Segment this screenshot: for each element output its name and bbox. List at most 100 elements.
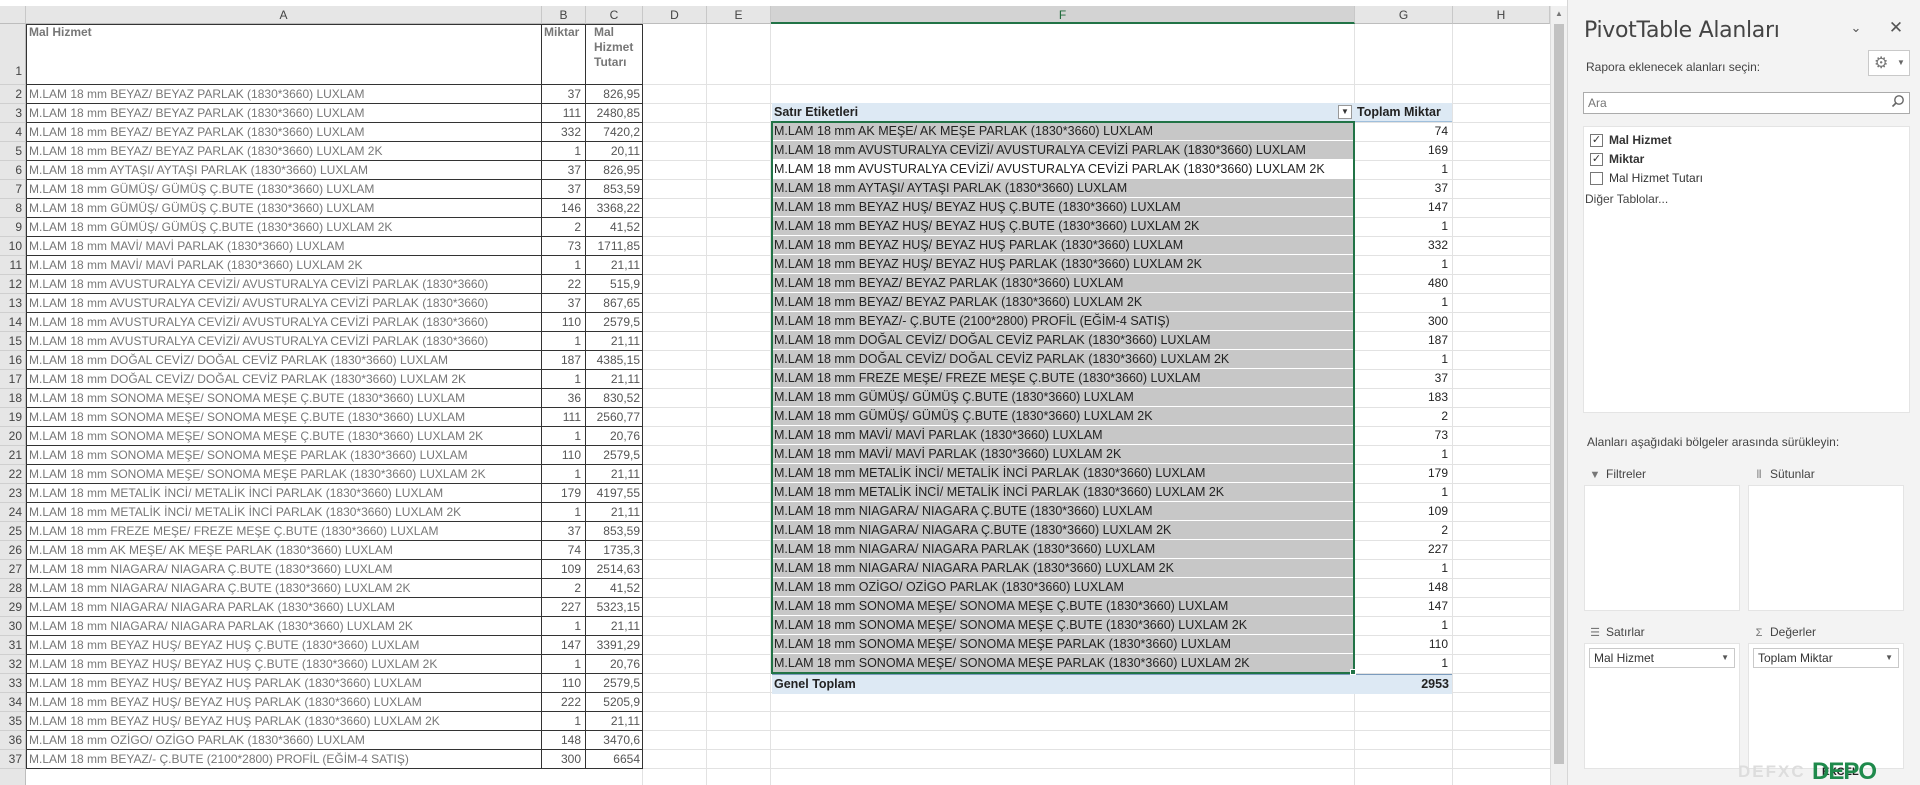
source-cell-mal-hizmet[interactable]: M.LAM 18 mm NIAGARA/ NIAGARA PARLAK (183… [26,598,542,617]
row-header[interactable]: 11 [0,256,26,275]
source-cell-miktar[interactable]: 22 [542,275,586,294]
source-cell-miktar[interactable]: 1 [542,503,586,522]
pivot-row-value[interactable]: 480 [1354,274,1452,292]
filters-area[interactable]: ▼ Filtreler [1584,463,1740,611]
source-cell-tutar[interactable]: 41,52 [586,579,643,598]
worksheet-grid[interactable]: A B C D E F G H 1 2 3 4 5 6 7 8 9 10 11 12 13 14 15 16 1… [0,0,1550,785]
pivot-row-value[interactable]: 1 [1354,350,1452,368]
source-cell-miktar[interactable]: 37 [542,161,586,180]
row-header[interactable]: 24 [0,503,26,522]
pivot-row-value[interactable]: 227 [1354,540,1452,558]
source-cell-miktar[interactable]: 1 [542,712,586,731]
close-icon[interactable]: ✕ [1886,18,1906,38]
source-cell-tutar[interactable]: 867,65 [586,294,643,313]
source-cell-mal-hizmet[interactable]: M.LAM 18 mm FREZE MEŞE/ FREZE MEŞE Ç.BUT… [26,522,542,541]
row-header[interactable]: 14 [0,313,26,332]
values-field-chip[interactable]: Toplam Miktar ▼ [1753,648,1899,668]
row-header[interactable]: 16 [0,351,26,370]
pivot-row-label[interactable]: M.LAM 18 mm DOĞAL CEVİZ/ DOĞAL CEVİZ PAR… [772,331,1354,349]
source-cell-tutar[interactable]: 1711,85 [586,237,643,256]
pivot-row-value[interactable]: 1 [1354,217,1452,235]
source-cell-miktar[interactable]: 1 [542,427,586,446]
row-header[interactable]: 28 [0,579,26,598]
source-cell-tutar[interactable]: 1735,3 [586,541,643,560]
checkbox-unchecked-icon[interactable] [1590,172,1603,186]
pivot-row-value[interactable]: 1 [1354,293,1452,311]
source-cell-tutar[interactable]: 21,11 [586,465,643,484]
row-header[interactable]: 22 [0,465,26,484]
source-cell-mal-hizmet[interactable]: M.LAM 18 mm GÜMÜŞ/ GÜMÜŞ Ç.BUTE (1830*36… [26,218,542,237]
pivot-row-label[interactable]: M.LAM 18 mm BEYAZ/ BEYAZ PARLAK (1830*36… [772,274,1354,292]
source-cell-mal-hizmet[interactable]: M.LAM 18 mm BEYAZ HUŞ/ BEYAZ HUŞ Ç.BUTE … [26,655,542,674]
source-header-miktar[interactable]: Miktar [542,24,586,85]
pivot-row-label[interactable]: M.LAM 18 mm METALİK İNCİ/ METALİK İNCİ P… [772,464,1354,482]
source-cell-mal-hizmet[interactable]: M.LAM 18 mm MAVİ/ MAVİ PARLAK (1830*3660… [26,256,542,275]
source-cell-tutar[interactable]: 2579,5 [586,313,643,332]
pivot-row-label[interactable]: M.LAM 18 mm NIAGARA/ NIAGARA Ç.BUTE (183… [772,521,1354,539]
source-cell-mal-hizmet[interactable]: M.LAM 18 mm SONOMA MEŞE/ SONOMA MEŞE PAR… [26,465,542,484]
source-cell-tutar[interactable]: 853,59 [586,522,643,541]
pivot-row-label[interactable]: M.LAM 18 mm NIAGARA/ NIAGARA PARLAK (183… [772,559,1354,577]
source-cell-tutar[interactable]: 2579,5 [586,446,643,465]
source-cell-mal-hizmet[interactable]: M.LAM 18 mm SONOMA MEŞE/ SONOMA MEŞE Ç.B… [26,389,542,408]
source-cell-miktar[interactable]: 1 [542,617,586,636]
source-cell-miktar[interactable]: 110 [542,674,586,693]
pivot-row-label[interactable]: M.LAM 18 mm BEYAZ HUŞ/ BEYAZ HUŞ PARLAK … [772,255,1354,273]
pivot-value-header[interactable]: Toplam Miktar [1357,103,1441,121]
source-cell-miktar[interactable]: 1 [542,465,586,484]
source-cell-tutar[interactable]: 830,52 [586,389,643,408]
column-header-c[interactable]: C [586,6,643,24]
source-cell-mal-hizmet[interactable]: M.LAM 18 mm SONOMA MEŞE/ SONOMA MEŞE Ç.B… [26,427,542,446]
row-header[interactable]: 9 [0,218,26,237]
row-header[interactable]: 33 [0,674,26,693]
columns-area[interactable]: ⫴ Sütunlar [1748,463,1904,611]
source-cell-mal-hizmet[interactable]: M.LAM 18 mm BEYAZ/ BEYAZ PARLAK (1830*36… [26,85,542,104]
source-cell-tutar[interactable]: 20,11 [586,142,643,161]
fill-handle[interactable] [1350,669,1356,675]
source-cell-mal-hizmet[interactable]: M.LAM 18 mm OZİGO/ OZİGO PARLAK (1830*36… [26,731,542,750]
source-cell-mal-hizmet[interactable]: M.LAM 18 mm GÜMÜŞ/ GÜMÜŞ Ç.BUTE (1830*36… [26,199,542,218]
pivot-row-label[interactable]: M.LAM 18 mm DOĞAL CEVİZ/ DOĞAL CEVİZ PAR… [772,350,1354,368]
row-header[interactable]: 32 [0,655,26,674]
more-tables-link[interactable]: Diğer Tablolar... [1583,192,1668,206]
pivot-row-value[interactable]: 1 [1354,160,1452,178]
row-header[interactable]: 4 [0,123,26,142]
pivot-row-value[interactable]: 37 [1354,369,1452,387]
pivot-row-value[interactable]: 147 [1354,597,1452,615]
pivot-row-label[interactable]: M.LAM 18 mm AVUSTURALYA CEVİZİ/ AVUSTURA… [772,160,1354,178]
source-cell-mal-hizmet[interactable]: M.LAM 18 mm AVUSTURALYA CEVİZİ/ AVUSTURA… [26,275,542,294]
scroll-up-icon[interactable]: ▲ [1551,6,1567,22]
row-header[interactable]: 17 [0,370,26,389]
row-header[interactable] [0,769,26,785]
pivot-row-value[interactable]: 148 [1354,578,1452,596]
row-header[interactable]: 21 [0,446,26,465]
source-cell-tutar[interactable]: 3368,22 [586,199,643,218]
pivot-row-label[interactable]: M.LAM 18 mm BEYAZ/- Ç.BUTE (2100*2800) P… [772,312,1354,330]
source-cell-mal-hizmet[interactable]: M.LAM 18 mm DOĞAL CEVİZ/ DOĞAL CEVİZ PAR… [26,351,542,370]
source-cell-mal-hizmet[interactable]: M.LAM 18 mm BEYAZ/ BEYAZ PARLAK (1830*36… [26,104,542,123]
source-cell-miktar[interactable]: 74 [542,541,586,560]
pivot-row-label[interactable]: M.LAM 18 mm GÜMÜŞ/ GÜMÜŞ Ç.BUTE (1830*36… [772,388,1354,406]
source-cell-mal-hizmet[interactable]: M.LAM 18 mm BEYAZ HUŞ/ BEYAZ HUŞ PARLAK … [26,712,542,731]
pivot-grand-total-row[interactable]: Genel Toplam 2953 [772,674,1452,694]
pivot-row-labels-header[interactable]: Satır Etiketleri [774,103,858,121]
pivot-row-label[interactable]: M.LAM 18 mm AK MEŞE/ AK MEŞE PARLAK (183… [772,122,1354,140]
rows-area[interactable]: ☰ Satırlar Mal Hizmet ▼ [1584,621,1740,769]
pivot-row-value[interactable]: 183 [1354,388,1452,406]
pivot-row-label[interactable]: M.LAM 18 mm BEYAZ HUŞ/ BEYAZ HUŞ Ç.BUTE … [772,198,1354,216]
row-header[interactable]: 19 [0,408,26,427]
pivot-row-value[interactable]: 1 [1354,559,1452,577]
vertical-scrollbar[interactable]: ▲ [1550,6,1567,785]
pivot-row-label[interactable]: M.LAM 18 mm AVUSTURALYA CEVİZİ/ AVUSTURA… [772,141,1354,159]
source-cell-miktar[interactable]: 332 [542,123,586,142]
pivot-row-value[interactable]: 169 [1354,141,1452,159]
column-header-g[interactable]: G [1355,6,1453,24]
source-cell-tutar[interactable]: 853,59 [586,180,643,199]
pivot-row-label[interactable]: M.LAM 18 mm FREZE MEŞE/ FREZE MEŞE Ç.BUT… [772,369,1354,387]
source-cell-miktar[interactable]: 2 [542,579,586,598]
pivot-row-value[interactable]: 179 [1354,464,1452,482]
source-cell-tutar[interactable]: 21,11 [586,256,643,275]
row-header[interactable]: 31 [0,636,26,655]
pivot-row-value[interactable]: 74 [1354,122,1452,140]
row-header[interactable]: 29 [0,598,26,617]
